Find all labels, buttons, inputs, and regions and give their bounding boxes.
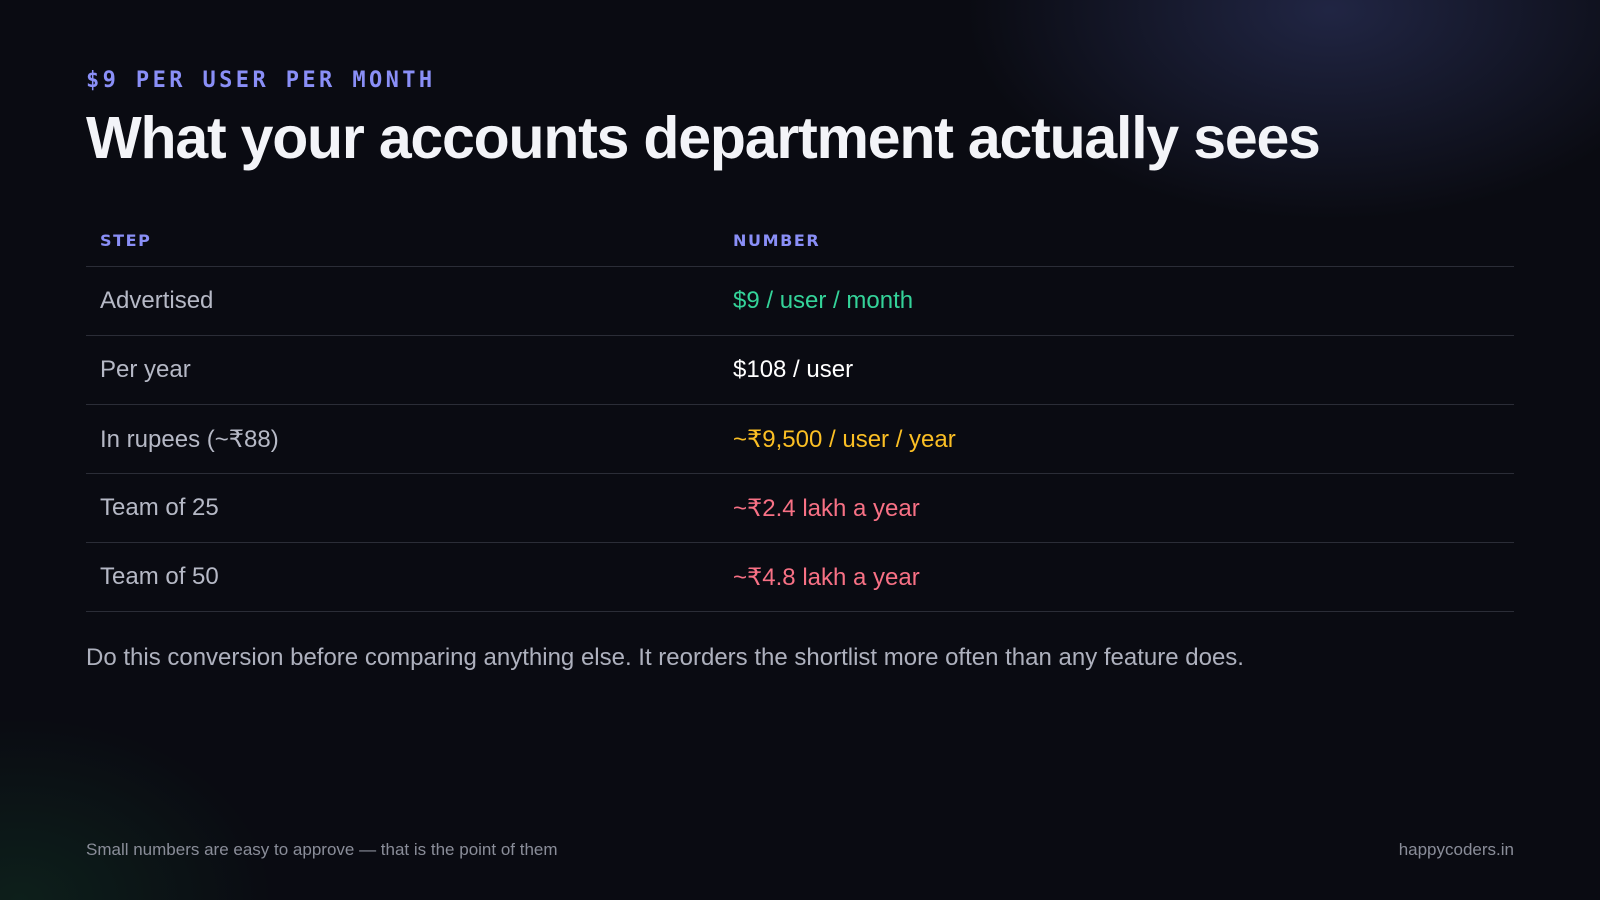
number-cell: $9 / user / month [733,287,914,314]
number-cell: ~₹2.4 lakh a year [733,494,920,522]
eyebrow-label: $9 PER USER PER MONTH [86,68,436,93]
column-header-step: STEP [100,230,152,250]
step-cell: Advertised [100,287,214,314]
table-row: Per year $108 / user [86,336,1514,405]
page-title: What your accounts department actually s… [86,105,1321,171]
table-row: In rupees (~₹88) ~₹9,500 / user / year [86,405,1514,474]
table-row: Team of 25 ~₹2.4 lakh a year [86,474,1514,543]
cost-table: STEP NUMBER Advertised $9 / user / month… [86,214,1514,612]
step-cell: Team of 50 [100,563,219,590]
step-cell: In rupees (~₹88) [100,425,279,453]
footer-site: happycoders.in [1398,840,1514,859]
number-cell: $108 / user [733,356,854,383]
table-row: Team of 50 ~₹4.8 lakh a year [86,543,1514,612]
slide: $9 PER USER PER MONTH What your accounts… [86,0,1514,900]
step-cell: Team of 25 [100,494,219,521]
step-cell: Per year [100,356,191,383]
table-header: STEP NUMBER [86,214,1514,267]
column-header-number: NUMBER [733,230,821,250]
note-text: Do this conversion before comparing anyt… [86,644,1244,671]
number-cell: ~₹9,500 / user / year [733,425,956,453]
footer-tagline: Small numbers are easy to approve — that… [86,840,558,859]
number-cell: ~₹4.8 lakh a year [733,563,920,591]
table-row: Advertised $9 / user / month [86,267,1514,336]
